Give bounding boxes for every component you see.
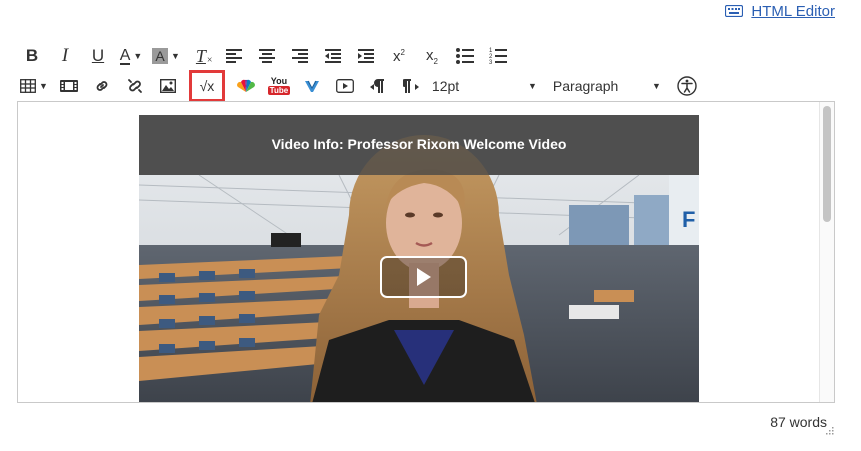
v-logo-icon bbox=[304, 80, 319, 92]
paragraph-rtl-icon bbox=[402, 79, 419, 93]
bold-label: B bbox=[25, 46, 39, 65]
html-editor-link[interactable]: HTML Editor bbox=[725, 2, 835, 20]
video-title: Video Info: Professor Rixom Welcome Vide… bbox=[271, 135, 567, 152]
ltr-paragraph-button[interactable] bbox=[366, 74, 390, 98]
link-button[interactable] bbox=[90, 74, 114, 98]
align-left-button[interactable] bbox=[222, 44, 246, 68]
background-color-icon: A bbox=[152, 48, 168, 64]
rtl-paragraph-button[interactable] bbox=[399, 74, 423, 98]
outdent-button[interactable] bbox=[321, 44, 345, 68]
text-color-button[interactable]: A ▼ bbox=[119, 44, 143, 68]
indent-icon bbox=[357, 49, 374, 63]
align-left-icon bbox=[225, 49, 242, 63]
align-center-button[interactable] bbox=[255, 44, 279, 68]
table-icon bbox=[20, 79, 36, 93]
accessibility-checker-button[interactable] bbox=[675, 74, 699, 98]
toolbar-row-insert: ▼ √x You Tube 12pt ▼ Paragraph ▼ bbox=[20, 70, 708, 102]
table-button[interactable]: ▼ bbox=[20, 74, 48, 98]
nbc-peacock-icon bbox=[237, 79, 255, 92]
film-icon bbox=[59, 80, 78, 92]
unlink-icon bbox=[128, 79, 142, 93]
numbered-list-button[interactable]: 123 bbox=[486, 44, 510, 68]
play-box-icon bbox=[335, 79, 354, 93]
link-icon bbox=[96, 81, 108, 91]
youtube-bottom-label: Tube bbox=[267, 86, 291, 95]
embed-video-button[interactable] bbox=[333, 74, 357, 98]
block-format-value: Paragraph bbox=[552, 78, 619, 94]
align-center-icon bbox=[258, 49, 275, 63]
subscript-icon: x2 bbox=[425, 46, 438, 66]
text-color-icon: A bbox=[119, 46, 131, 65]
bullet-list-button[interactable] bbox=[453, 44, 477, 68]
nbc-button[interactable] bbox=[234, 74, 258, 98]
square-root-icon: √x bbox=[199, 78, 215, 94]
image-icon bbox=[159, 79, 176, 93]
align-right-button[interactable] bbox=[288, 44, 312, 68]
block-format-select[interactable]: Paragraph ▼ bbox=[553, 74, 661, 98]
accessibility-icon bbox=[677, 76, 697, 96]
bold-button[interactable]: B bbox=[20, 44, 44, 68]
italic-button[interactable]: I bbox=[53, 44, 77, 68]
toolbar-row-formatting: B I U A ▼ A ▼ T × x2 x2 123 bbox=[20, 43, 519, 69]
underline-label: U bbox=[91, 46, 105, 65]
play-icon bbox=[416, 268, 431, 286]
youtube-icon: You Tube bbox=[267, 76, 291, 95]
svg-text:F: F bbox=[682, 207, 695, 232]
caret-down-icon: ▼ bbox=[528, 81, 537, 91]
editor-scrollbar[interactable] bbox=[819, 102, 834, 402]
font-size-value: 12pt bbox=[431, 78, 460, 94]
font-size-select[interactable]: 12pt ▼ bbox=[432, 74, 537, 98]
editor-scrollbar-thumb[interactable] bbox=[823, 106, 831, 222]
outdent-icon bbox=[324, 49, 341, 63]
italic-label: I bbox=[61, 45, 69, 66]
rich-content-editor-area[interactable]: F Video Info: Professor Rixom Welcome Vi… bbox=[17, 101, 835, 403]
paragraph-ltr-icon bbox=[369, 79, 384, 93]
indent-button[interactable] bbox=[354, 44, 378, 68]
clear-formatting-button[interactable]: T × bbox=[189, 44, 213, 68]
superscript-button[interactable]: x2 bbox=[387, 44, 411, 68]
word-count: 87 words bbox=[770, 414, 827, 430]
caret-down-icon: ▼ bbox=[133, 51, 143, 61]
keyboard-icon bbox=[725, 5, 744, 17]
caret-down-icon: ▼ bbox=[652, 81, 661, 91]
play-button[interactable] bbox=[380, 256, 467, 298]
clear-formatting-icon: T × bbox=[195, 45, 213, 66]
subscript-button[interactable]: x2 bbox=[420, 44, 444, 68]
background-color-button[interactable]: A ▼ bbox=[152, 44, 180, 68]
caret-down-icon: ▼ bbox=[39, 81, 48, 91]
vimeo-button[interactable] bbox=[300, 74, 324, 98]
resize-handle-icon[interactable] bbox=[825, 426, 834, 435]
numbered-list-icon: 123 bbox=[489, 48, 507, 65]
unlink-button[interactable] bbox=[123, 74, 147, 98]
caret-down-icon: ▼ bbox=[171, 51, 180, 61]
superscript-icon: x2 bbox=[392, 47, 405, 65]
video-title-bar: Video Info: Professor Rixom Welcome Vide… bbox=[139, 115, 699, 175]
embedded-video[interactable]: F Video Info: Professor Rixom Welcome Vi… bbox=[139, 115, 699, 402]
youtube-top-label: You bbox=[270, 76, 288, 86]
bullet-list-icon bbox=[455, 48, 474, 64]
underline-button[interactable]: U bbox=[86, 44, 110, 68]
image-button[interactable] bbox=[156, 74, 180, 98]
html-editor-label: HTML Editor bbox=[751, 2, 835, 20]
media-button[interactable] bbox=[57, 74, 81, 98]
svg-text:3: 3 bbox=[489, 60, 493, 65]
clear-format-letter: T bbox=[195, 45, 206, 66]
align-right-icon bbox=[291, 49, 308, 63]
math-equation-button[interactable]: √x bbox=[188, 70, 225, 102]
youtube-button[interactable]: You Tube bbox=[267, 74, 291, 98]
